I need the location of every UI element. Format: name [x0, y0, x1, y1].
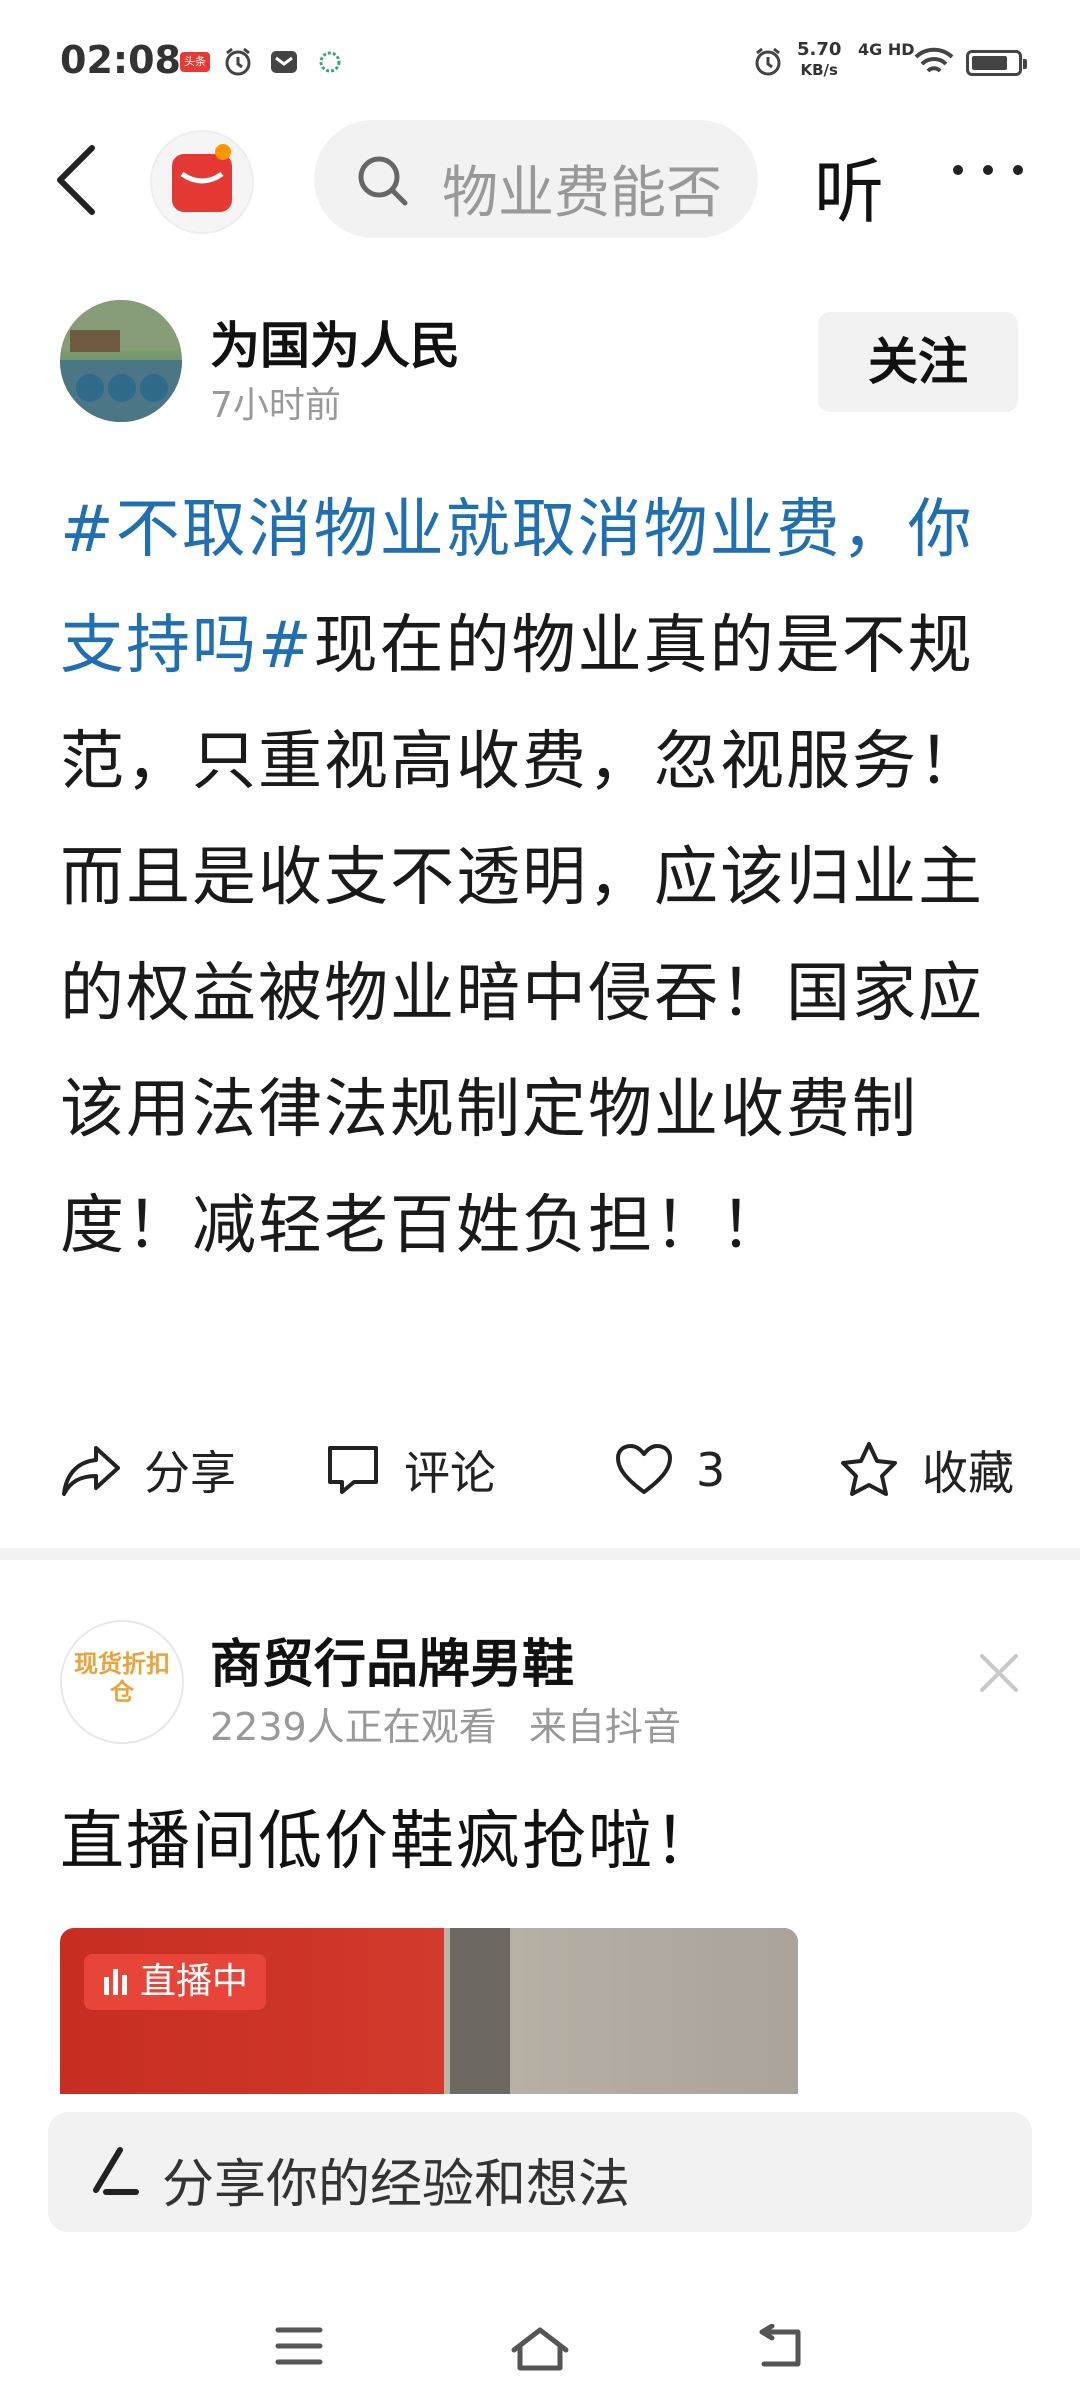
ad-avatar[interactable]: 现货折扣仓	[60, 1620, 184, 1744]
search-icon	[358, 156, 408, 206]
toutiao-logo-icon[interactable]	[150, 130, 254, 234]
menu-icon[interactable]	[274, 2324, 324, 2368]
follow-button[interactable]: 关注	[818, 312, 1018, 412]
like-button[interactable]: 3	[614, 1430, 725, 1510]
home-icon[interactable]	[508, 2324, 572, 2374]
share-label: 分享	[144, 1446, 236, 1500]
author-avatar[interactable]	[60, 300, 182, 422]
comment-button[interactable]: 评论	[324, 1430, 496, 1510]
feed-divider	[0, 1548, 1080, 1560]
favorite-button[interactable]: 收藏	[838, 1430, 1014, 1510]
comment-placeholder: 分享你的经验和想法	[162, 2155, 631, 2215]
star-icon	[841, 1442, 897, 1496]
status-time: 02:08	[60, 38, 181, 82]
wifi-icon	[914, 47, 954, 73]
back-arrow-icon[interactable]	[50, 140, 110, 220]
system-nav-bar	[0, 2290, 1080, 2408]
close-icon[interactable]	[976, 1650, 1022, 1696]
post-timestamp: 7小时前	[210, 385, 341, 426]
heart-icon	[616, 1444, 672, 1494]
comment-label: 评论	[404, 1446, 496, 1500]
post-body: #不取消物业就取消物业费，你支持吗#现在的物业真的是不规范，只重视高收费，忽视服…	[60, 472, 1020, 1284]
battery-icon	[966, 50, 1027, 76]
comment-icon	[328, 1446, 378, 1494]
ad-headline[interactable]: 直播间低价鞋疯抢啦！	[60, 1790, 720, 1882]
live-badge: 直播中	[84, 1954, 267, 2010]
live-bars-icon	[104, 1969, 127, 1995]
post-actions: 分享 评论 3 收藏	[60, 1430, 1026, 1510]
live-label: 直播中	[140, 1961, 249, 2002]
comment-input[interactable]: 分享你的经验和想法	[48, 2112, 1032, 2232]
author-name[interactable]: 为国为人民	[210, 306, 460, 378]
search-bar[interactable]: 物业费能否	[314, 120, 758, 238]
ad-source: 来自抖音	[528, 1705, 681, 1749]
status-bar: 02:08 头条 5.70 KB/s 4G HD	[0, 0, 1080, 110]
like-count: 3	[696, 1443, 726, 1497]
search-query: 物业费能否	[442, 161, 722, 226]
back-nav-icon[interactable]	[754, 2324, 806, 2372]
share-icon	[62, 1446, 120, 1496]
ad-account-name[interactable]: 商贸行品牌男鞋	[210, 1622, 574, 1697]
favorite-label: 收藏	[922, 1446, 1014, 1500]
more-menu-icon[interactable]	[950, 160, 1026, 180]
ad-avatar-text: 现货折扣仓	[74, 1650, 170, 1706]
toutiao-badge-icon: 头条	[180, 52, 210, 72]
net-speed: 5.70 KB/s	[797, 39, 842, 80]
alarm-icon	[225, 47, 251, 76]
pen-icon	[93, 2147, 139, 2195]
network-type: 4G HD	[858, 40, 915, 59]
signal-app-icon	[319, 51, 341, 73]
messenger-icon	[271, 51, 297, 73]
alarm-icon	[755, 47, 781, 76]
share-button[interactable]: 分享	[60, 1430, 236, 1510]
listen-button[interactable]: 听	[814, 136, 884, 237]
ad-meta: 2239人正在观看 来自抖音	[210, 1696, 681, 1751]
ad-viewers: 2239人正在观看	[210, 1705, 497, 1749]
post-text: 现在的物业真的是不规范，只重视高收费，忽视服务！而且是收支不透明，应该归业主的权…	[60, 609, 984, 1263]
ad-live-preview[interactable]: 直播中	[60, 1928, 798, 2094]
